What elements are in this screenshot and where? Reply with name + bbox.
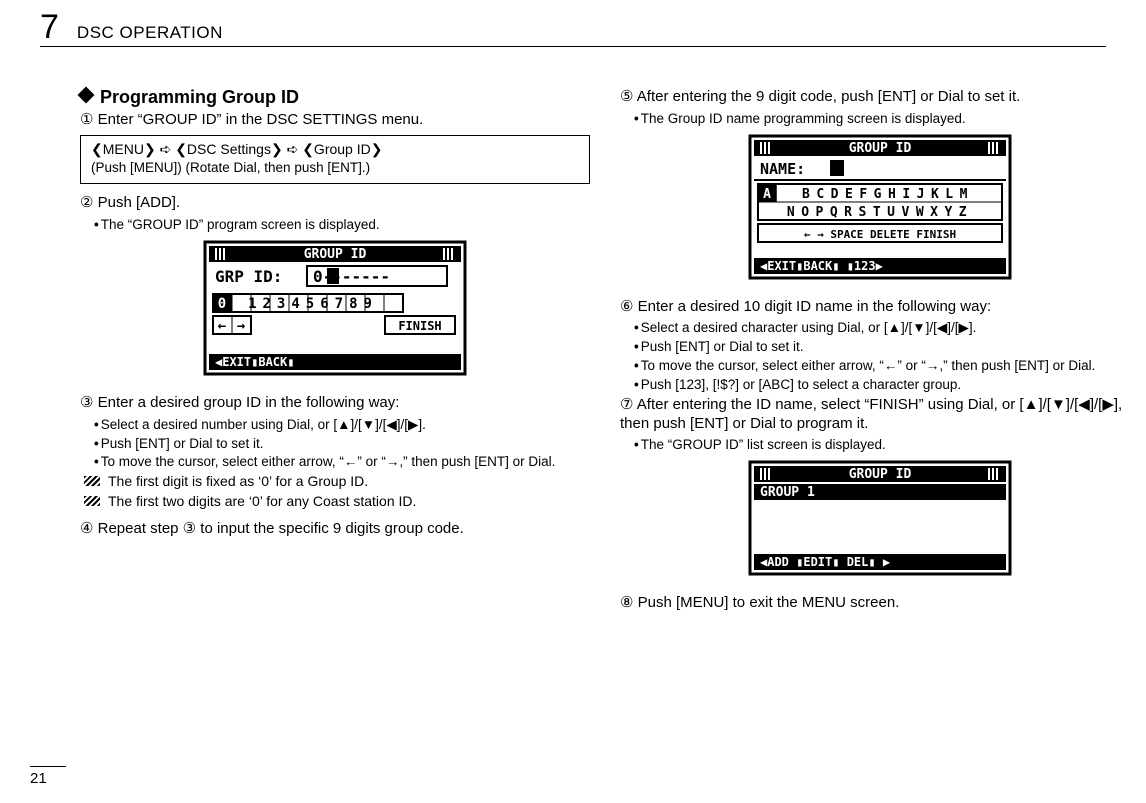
step-8: ⑧ Push [MENU] to exit the MENU screen. [620, 594, 1140, 613]
svg-text:GROUP 1: GROUP 1 [760, 485, 815, 500]
step-3-bullet-1: •Select a desired number using Dial, or … [94, 417, 590, 434]
step-7: ⑦ After entering the ID name, select “FI… [620, 396, 1140, 434]
right-column: ⑤ After entering the 9 digit code, push … [620, 86, 1140, 617]
svg-text:◀ADD ▮EDIT▮ DEL▮ ▶: ◀ADD ▮EDIT▮ DEL▮ ▶ [760, 555, 891, 569]
chapter-header: 7 DSC OPERATION [40, 6, 223, 49]
left-column: Programming Group ID ① Enter “GROUP ID” … [80, 86, 590, 617]
svg-text:→: → [237, 318, 245, 334]
svg-text:GROUP ID: GROUP ID [304, 247, 367, 262]
chapter-number: 7 [40, 6, 59, 49]
step-6-bullet-3: •To move the cursor, select either arrow… [634, 358, 1140, 375]
diamond-icon [78, 87, 95, 104]
menu-path-line2: (Push [MENU]) (Rotate Dial, then push [E… [91, 159, 579, 177]
step-5-bullet-1: •The Group ID name programming screen is… [634, 111, 1140, 128]
page-number-rule [30, 766, 66, 767]
step-6-bullet-2: •Push [ENT] or Dial to set it. [634, 339, 1140, 356]
step-3-note-1: The first digit is fixed as ‘0’ for a Gr… [108, 473, 590, 491]
svg-text:123456789: 123456789 [248, 296, 378, 312]
step-1: ① Enter “GROUP ID” in the DSC SETTINGS m… [80, 111, 590, 130]
svg-text:0: 0 [218, 296, 226, 312]
step-6: ⑥ Enter a desired 10 digit ID name in th… [620, 298, 1140, 317]
chapter-title: DSC OPERATION [77, 22, 223, 43]
step-7-bullet-1: •The “GROUP ID” list screen is displayed… [634, 437, 1140, 454]
svg-text:A: A [763, 187, 771, 202]
svg-text:FINISH: FINISH [398, 319, 441, 333]
svg-text:←: ← [218, 318, 226, 334]
svg-text:◀EXIT▮BACK▮: ◀EXIT▮BACK▮ [215, 355, 294, 369]
lcd-screenshot-2: GROUP ID NAME: A BCDEFGHIJKLM NOPQRSTUVW… [620, 130, 1140, 296]
svg-text:NOPQRSTUVWXYZ: NOPQRSTUVWXYZ [787, 205, 973, 220]
step-2-bullet-1: •The “GROUP ID” program screen is displa… [94, 217, 590, 234]
svg-text:◀EXIT▮BACK▮ ▮123▶: ◀EXIT▮BACK▮ ▮123▶ [760, 259, 884, 273]
step-6-bullet-1: •Select a desired character using Dial, … [634, 320, 1140, 337]
step-3-bullet-3: •To move the cursor, select either arrow… [94, 454, 590, 471]
step-5: ⑤ After entering the 9 digit code, push … [620, 88, 1140, 107]
svg-text:BCDEFGHIJKLM: BCDEFGHIJKLM [802, 187, 974, 202]
step-6-bullet-4: •Push [123], [!$?] or [ABC] to select a … [634, 377, 1140, 394]
svg-text:GRP ID:: GRP ID: [215, 267, 282, 286]
svg-text:0-------: 0------- [313, 267, 390, 286]
step-3-bullet-2: •Push [ENT] or Dial to set it. [94, 436, 590, 453]
step-3: ③ Enter a desired group ID in the follow… [80, 394, 590, 413]
document-page: 7 DSC OPERATION Programming Group ID ① E… [0, 0, 1146, 803]
step-2: ② Push [ADD]. [80, 194, 590, 213]
step-3-note-2: The first two digits are ‘0’ for any Coa… [108, 493, 590, 511]
menu-path-box: ❮MENU❯ ➪ ❮DSC Settings❯ ➪ ❮Group ID❯ (Pu… [80, 135, 590, 184]
svg-text:GROUP ID: GROUP ID [849, 467, 912, 482]
svg-text:GROUP ID: GROUP ID [849, 141, 912, 156]
svg-text:← → SPACE DELETE FINISH: ← → SPACE DELETE FINISH [804, 228, 956, 241]
lcd-screenshot-1: GROUP ID GRP ID: 0------- 0 123456789 [80, 236, 590, 392]
svg-text:NAME:: NAME: [760, 160, 805, 178]
section-heading: Programming Group ID [80, 86, 590, 109]
section-title-text: Programming Group ID [100, 87, 299, 107]
step-4: ④ Repeat step ③ to input the specific 9 … [80, 520, 590, 539]
chapter-rule [40, 46, 1106, 47]
menu-path-line1: ❮MENU❯ ➪ ❮DSC Settings❯ ➪ ❮Group ID❯ [91, 140, 579, 159]
page-number: 21 [30, 770, 47, 789]
lcd-screenshot-3: GROUP ID GROUP 1 ◀ADD ▮EDIT▮ DEL▮ ▶ [620, 456, 1140, 592]
